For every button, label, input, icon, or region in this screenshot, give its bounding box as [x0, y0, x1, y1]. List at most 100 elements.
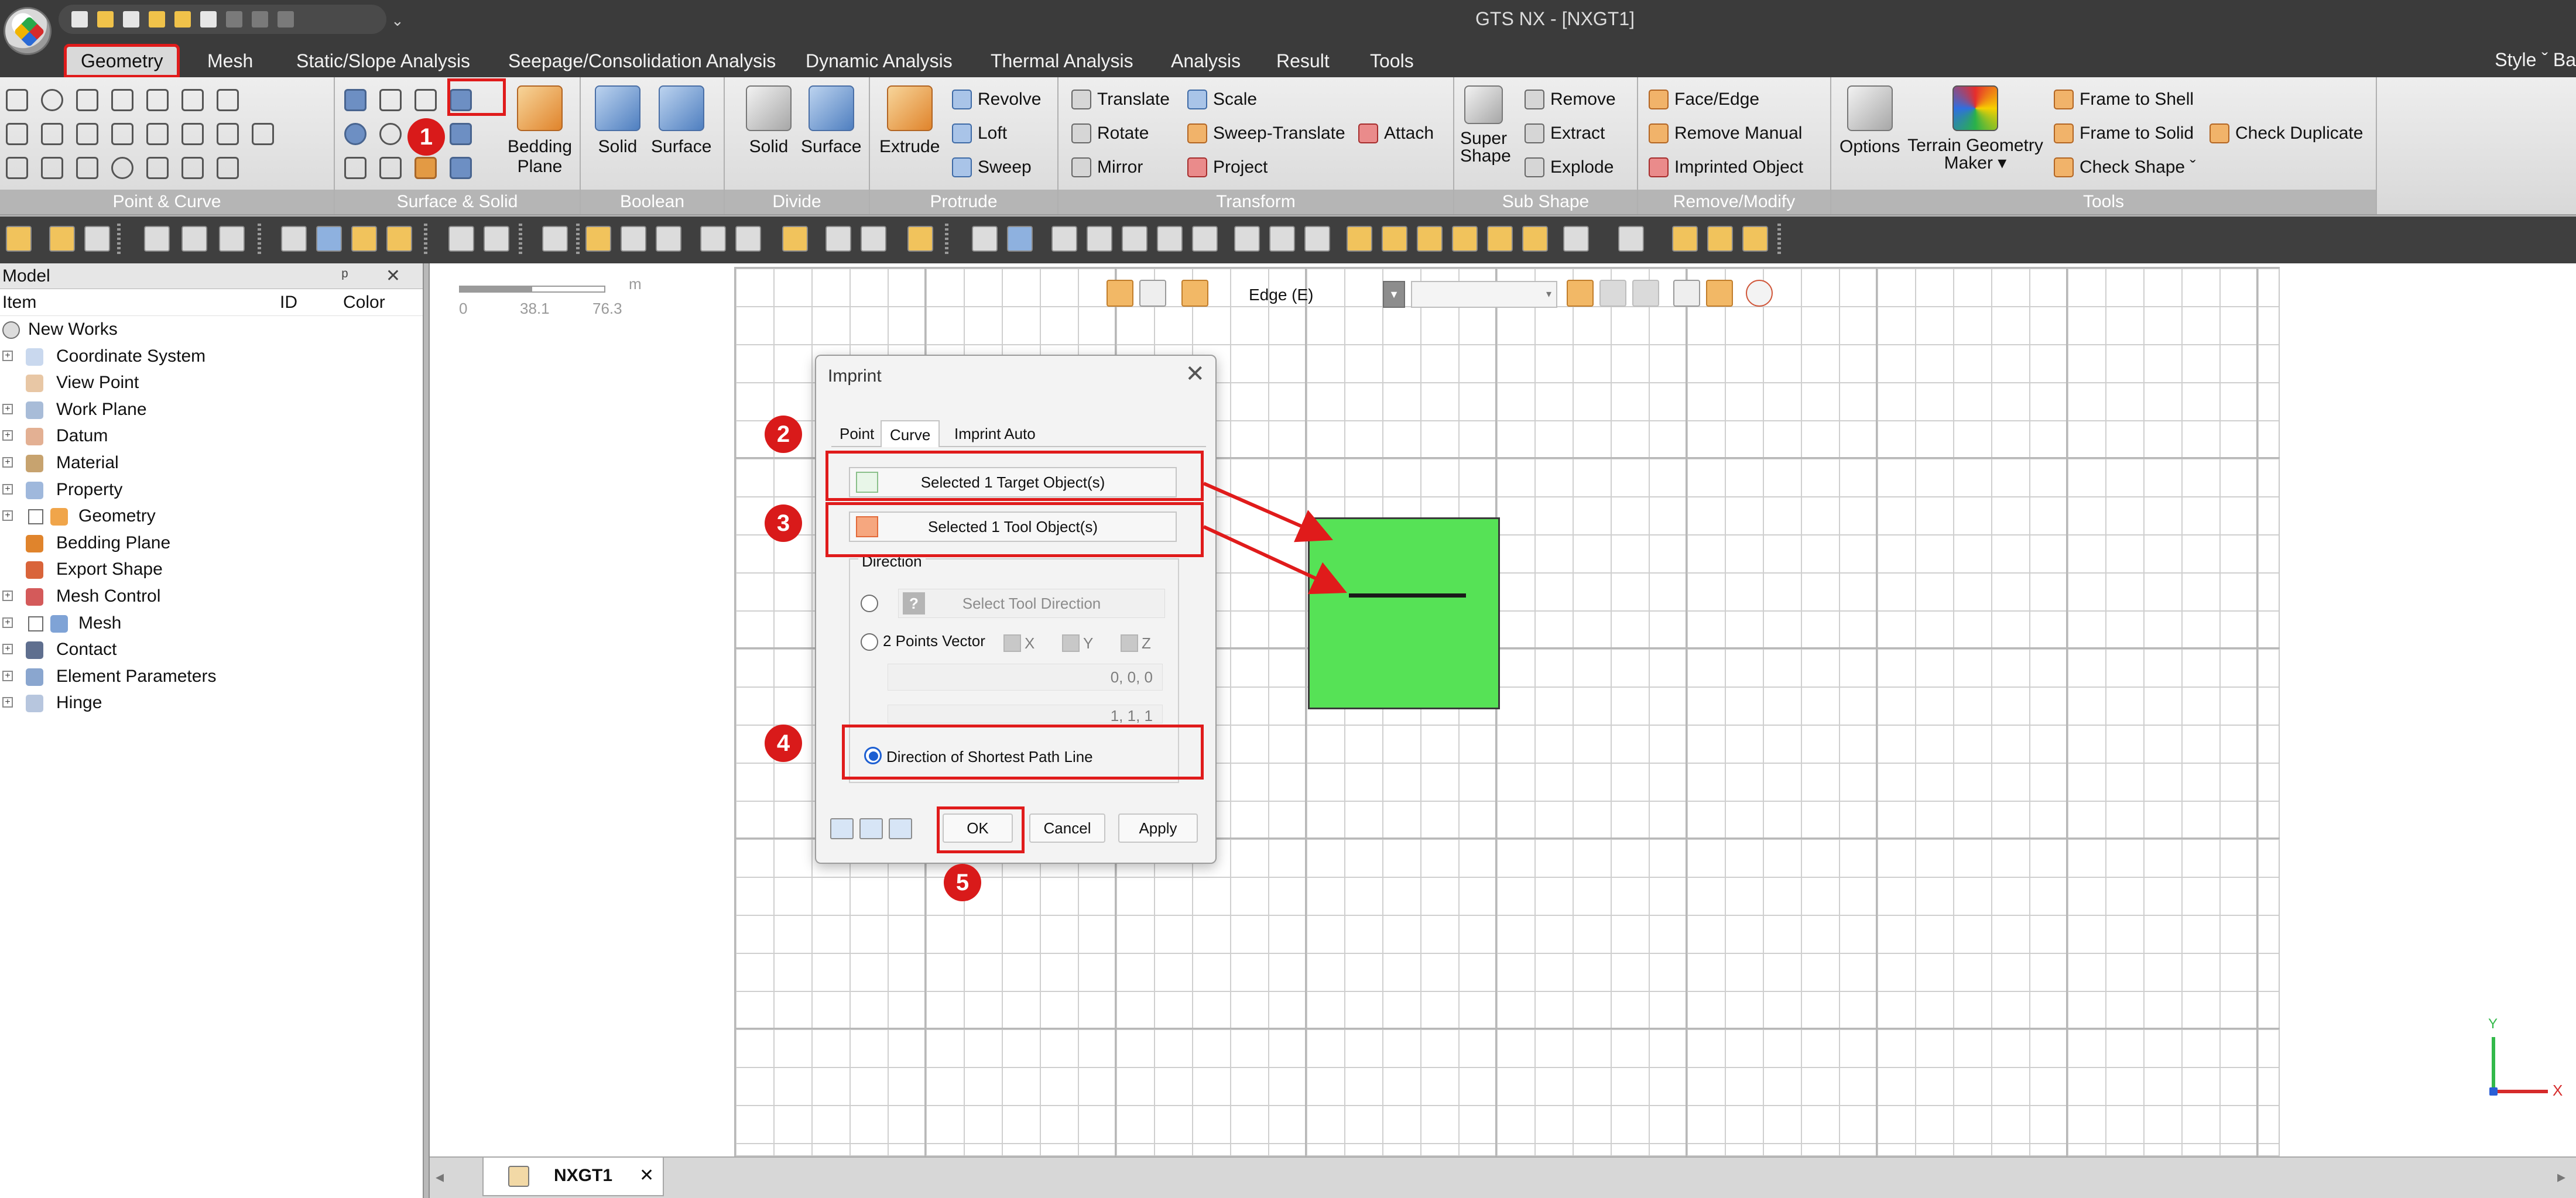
- tab-seepage-consolidation-analysis[interactable]: Seepage/Consolidation Analysis: [508, 47, 776, 75]
- display-icon[interactable]: [585, 226, 611, 252]
- translate-button[interactable]: Translate: [1071, 88, 1170, 111]
- toggle-icon[interactable]: [219, 226, 245, 252]
- box-icon[interactable]: [344, 157, 366, 179]
- hash-icon[interactable]: [542, 226, 568, 252]
- geometry-visibility-checkbox[interactable]: [28, 509, 43, 525]
- select-tool-direction-radio[interactable]: [861, 595, 878, 612]
- trim-icon[interactable]: [181, 123, 204, 145]
- expand-icon[interactable]: +: [2, 456, 13, 468]
- shell-icon[interactable]: [450, 123, 472, 145]
- select-mode-icon[interactable]: [1107, 280, 1133, 307]
- display-2-icon[interactable]: [621, 226, 646, 252]
- rectangle-icon[interactable]: [41, 157, 63, 179]
- axis-view-2-icon[interactable]: [1304, 226, 1330, 252]
- expand-icon[interactable]: +: [2, 483, 13, 495]
- explode-button[interactable]: Explode: [1525, 156, 1614, 179]
- folder-save-icon[interactable]: [149, 11, 165, 28]
- mesh-visibility-checkbox[interactable]: [28, 616, 43, 631]
- grid-icon[interactable]: [281, 226, 307, 252]
- tree-item-geometry[interactable]: + Geometry: [0, 503, 423, 530]
- tree-item-bedding-plane[interactable]: Bedding Plane: [0, 530, 423, 557]
- left-view-icon[interactable]: [1417, 226, 1443, 252]
- selection-type-field[interactable]: Edge (E): [1241, 281, 1383, 308]
- tree-item-mesh[interactable]: + Mesh: [0, 610, 423, 637]
- scroll-right-icon[interactable]: ▸: [2557, 1167, 2565, 1186]
- shading-icon[interactable]: [1618, 226, 1644, 252]
- tree-item-work-plane[interactable]: + Work Plane: [0, 396, 423, 423]
- sweep-button[interactable]: Sweep: [952, 156, 1032, 179]
- imprint-button-highlight[interactable]: [447, 78, 506, 116]
- app-logo-icon[interactable]: [4, 7, 52, 55]
- rotate-button[interactable]: Rotate: [1071, 122, 1149, 145]
- new-file-icon[interactable]: [71, 11, 88, 28]
- prism-icon[interactable]: [379, 157, 402, 179]
- deselect-icon[interactable]: [1673, 280, 1700, 307]
- tab-analysis[interactable]: Analysis: [1171, 47, 1241, 75]
- offset-icon[interactable]: [217, 89, 239, 111]
- right-view-icon[interactable]: [1452, 226, 1478, 252]
- unlock-icon[interactable]: [84, 226, 110, 252]
- save-icon[interactable]: [123, 11, 139, 28]
- chevron-down-icon[interactable]: ▼: [1383, 281, 1405, 308]
- extrude-button[interactable]: Extrude: [879, 85, 940, 157]
- tree-item-new-works[interactable]: New Works: [0, 316, 423, 343]
- snap-grid-icon[interactable]: [386, 226, 412, 252]
- ellipse-icon[interactable]: [111, 157, 133, 179]
- filter-icon[interactable]: [825, 226, 851, 252]
- dialog-help-icon[interactable]: [889, 818, 912, 839]
- dialog-tool-icon[interactable]: [830, 818, 854, 839]
- point-icon[interactable]: [6, 89, 28, 111]
- arc-icon[interactable]: [76, 123, 98, 145]
- terrain-geometry-maker-button[interactable]: Terrain Geometry Maker ▾: [1905, 85, 2046, 172]
- lock-icon[interactable]: [49, 226, 75, 252]
- attach-button[interactable]: Attach: [1358, 122, 1434, 145]
- style-menu[interactable]: Style ˇ Ba: [2495, 49, 2576, 71]
- tab-curve[interactable]: Curve: [881, 420, 940, 447]
- select-tool-direction-button[interactable]: Select Tool Direction: [898, 589, 1165, 618]
- model-viewport[interactable]: m 0 38.1 76.3 Edge (E) ▼ ▾ Y X ◂ NXGT1 ✕…: [429, 263, 2576, 1198]
- align-2-icon[interactable]: [484, 226, 509, 252]
- select-filter-2-icon[interactable]: [1599, 280, 1626, 307]
- frame-to-solid-button[interactable]: Frame to Solid: [2054, 122, 2194, 145]
- close-icon[interactable]: ✕: [639, 1158, 654, 1194]
- fillet-icon[interactable]: [252, 123, 274, 145]
- cancel-button[interactable]: Cancel: [1029, 813, 1105, 843]
- curve-tools-icon[interactable]: [217, 157, 239, 179]
- frame-to-shell-button[interactable]: Frame to Shell: [2054, 88, 2194, 111]
- remove-button[interactable]: Remove: [1525, 88, 1616, 111]
- render-icon[interactable]: [1672, 226, 1698, 252]
- mirror-button[interactable]: Mirror: [1071, 156, 1143, 179]
- helix-icon[interactable]: [146, 157, 169, 179]
- circle-icon[interactable]: [41, 89, 63, 111]
- vector-end-field[interactable]: 1, 1, 1: [888, 705, 1163, 723]
- pan-icon[interactable]: [1192, 226, 1218, 252]
- rotate-view-icon[interactable]: [1122, 226, 1147, 252]
- iso-view-icon[interactable]: [1563, 226, 1589, 252]
- expand-icon[interactable]: +: [2, 697, 13, 708]
- dialog-tool-2-icon[interactable]: [859, 818, 883, 839]
- line-icon[interactable]: [6, 123, 28, 145]
- close-icon[interactable]: ✕: [1185, 361, 1205, 387]
- face-edge-button[interactable]: Face/Edge: [1649, 88, 1759, 111]
- x-checkbox[interactable]: [1003, 634, 1021, 652]
- extend-icon[interactable]: [217, 123, 239, 145]
- polyline-icon[interactable]: [41, 123, 63, 145]
- project-button[interactable]: Project: [1187, 156, 1268, 179]
- selection-filter-combo[interactable]: ▾: [1411, 281, 1557, 308]
- measure-icon[interactable]: [907, 226, 933, 252]
- top-view-icon[interactable]: [1487, 226, 1513, 252]
- filter-2-icon[interactable]: [861, 226, 886, 252]
- hide-icon[interactable]: [181, 226, 207, 252]
- vector-start-field[interactable]: 0, 0, 0: [888, 664, 1163, 691]
- sweep-translate-button[interactable]: Sweep-Translate: [1187, 122, 1345, 145]
- intersect-icon[interactable]: [181, 89, 204, 111]
- select-all-icon[interactable]: [1706, 280, 1733, 307]
- tree-item-view-point[interactable]: View Point: [0, 369, 423, 396]
- customize-toolbar-icon[interactable]: ⌄: [391, 12, 404, 30]
- two-points-vector-radio[interactable]: [861, 633, 878, 651]
- expand-icon[interactable]: +: [2, 403, 13, 414]
- boolean-solid-button[interactable]: Solid: [595, 85, 640, 157]
- bedding-plane-button[interactable]: Bedding Plane: [505, 85, 575, 177]
- select-previous-icon[interactable]: [1746, 280, 1773, 307]
- plane-icon[interactable]: [415, 89, 437, 111]
